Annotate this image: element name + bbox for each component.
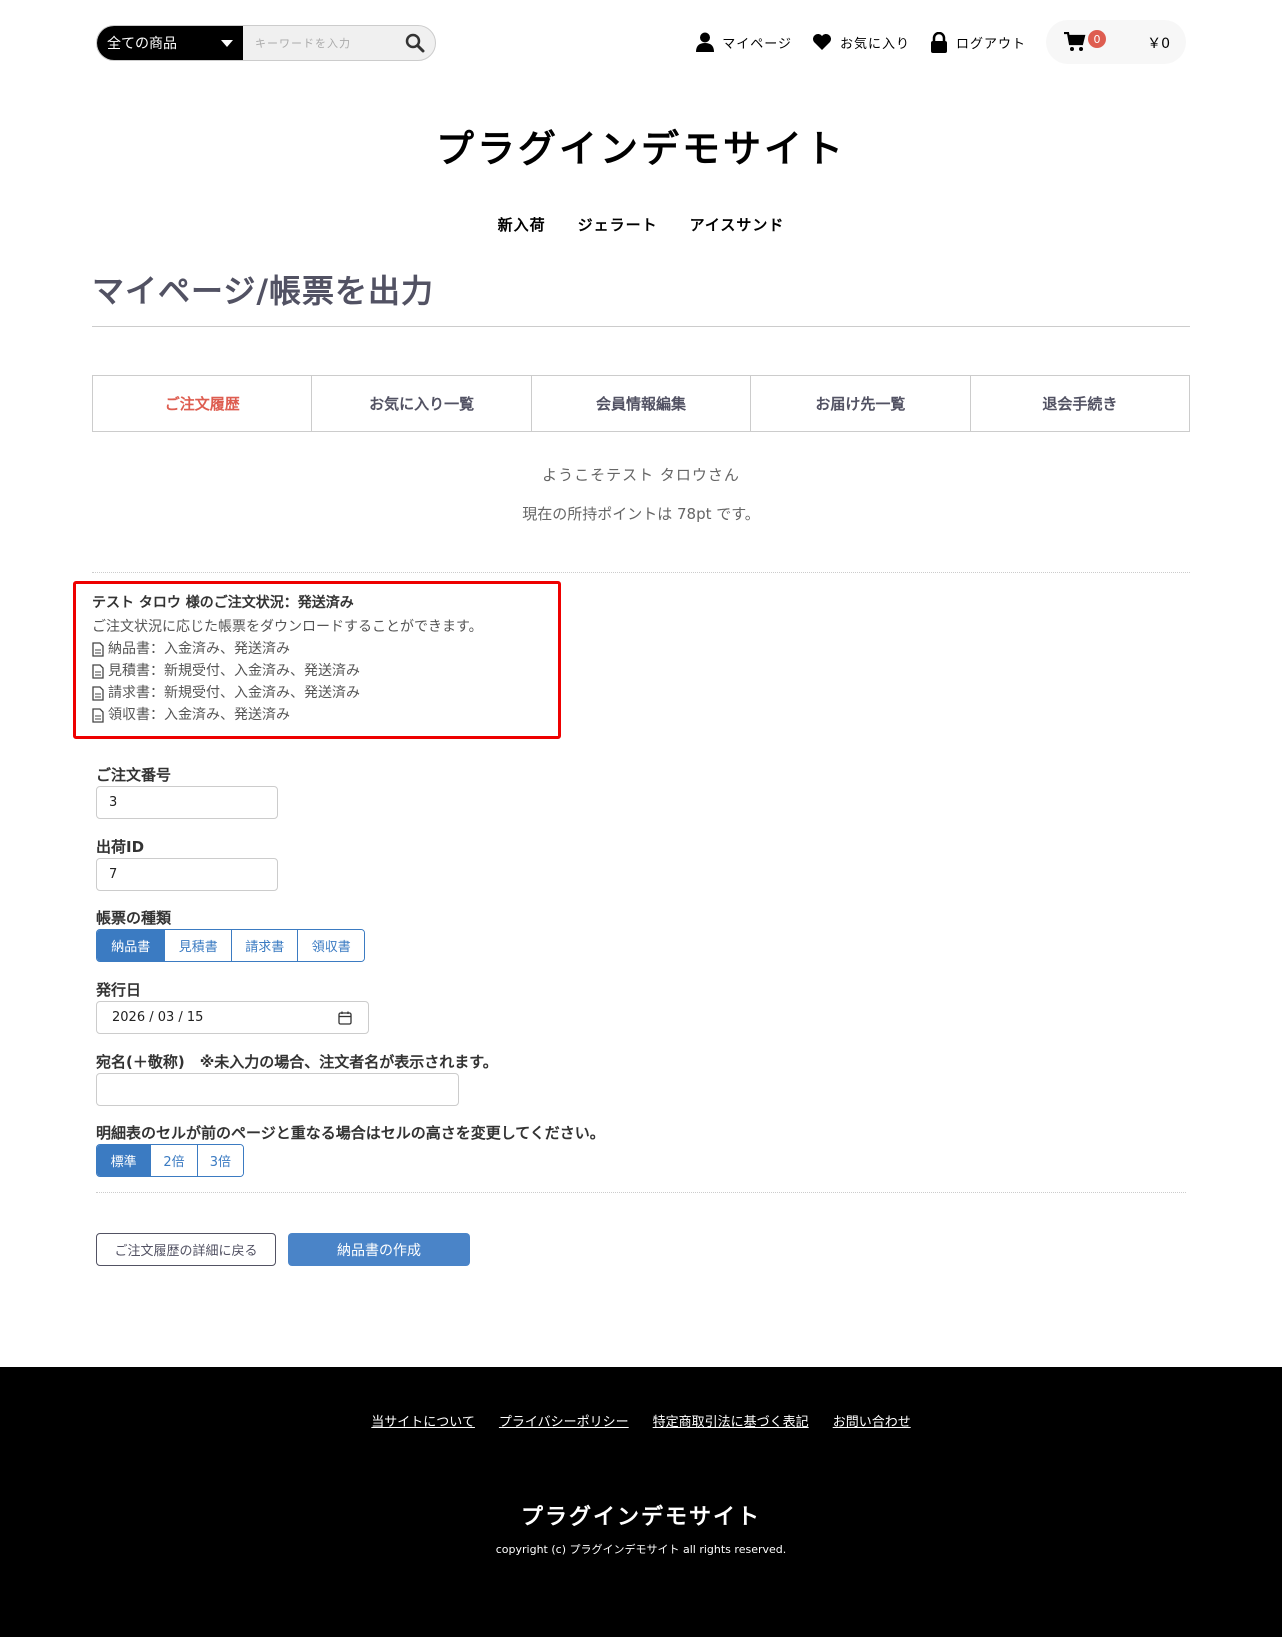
order-number-field[interactable]: 3 [96, 786, 278, 819]
category-nav-item[interactable]: 新入荷 [498, 214, 546, 235]
info-description: ご注文状況に応じた帳票をダウンロードすることができます。 [92, 616, 558, 638]
cell-height-standard-button[interactable]: 標準 [97, 1145, 151, 1176]
document-icon [92, 685, 104, 701]
lock-icon [930, 31, 947, 53]
category-select-label: 全ての商品 [107, 36, 177, 52]
mypage-tabs: ご注文履歴 お気に入り一覧 会員情報編集 お届け先一覧 退会手続き [92, 375, 1190, 432]
favorites-link[interactable]: お気に入り [812, 33, 910, 52]
logout-label: ログアウト [955, 36, 1026, 52]
cart-button[interactable]: 0 ￥0 [1046, 20, 1186, 64]
document-type-label: 帳票の種類 [96, 909, 172, 927]
info-line: 請求書：新規受付、入金済み、発送済み [92, 682, 558, 704]
create-document-button[interactable]: 納品書の作成 [288, 1233, 470, 1266]
search-box: 全ての商品 キーワードを入力 [96, 25, 436, 61]
tab-delivery-addresses[interactable]: お届け先一覧 [750, 376, 969, 431]
cart-total: ￥0 [1147, 36, 1170, 52]
doc-type-delivery-button[interactable]: 納品書 [97, 930, 165, 961]
addressee-label: 宛名(＋敬称) ※未入力の場合、注文者名が表示されます。 [96, 1053, 498, 1071]
tab-favorites[interactable]: お気に入り一覧 [311, 376, 530, 431]
info-line-text: 納品書：入金済み、発送済み [108, 641, 290, 657]
footer-link-about[interactable]: 当サイトについて [371, 1411, 475, 1430]
welcome-message: ようこそテスト タロウさん [542, 466, 740, 484]
order-status-info-box: テスト タロウ 様のご注文状況：発送済み ご注文状況に応じた帳票をダウンロードす… [73, 581, 561, 739]
category-nav: 新入荷 ジェラート アイスサンド [0, 214, 1282, 235]
info-line: 領収書：入金済み、発送済み [92, 704, 558, 726]
footer-link-privacy[interactable]: プライバシーポリシー [499, 1411, 629, 1430]
category-nav-item[interactable]: ジェラート [578, 214, 658, 235]
info-line: 納品書：入金済み、発送済み [92, 638, 558, 660]
divider [92, 572, 1190, 573]
back-to-order-detail-button[interactable]: ご注文履歴の詳細に戻る [96, 1233, 276, 1266]
favorites-label: お気に入り [839, 36, 910, 52]
cell-height-group: 標準 2倍 3倍 [96, 1144, 244, 1177]
tab-order-history[interactable]: ご注文履歴 [93, 376, 311, 431]
info-line: 見積書：新規受付、入金済み、発送済み [92, 660, 558, 682]
footer-links: 当サイトについて プライバシーポリシー 特定商取引法に基づく表記 お問い合わせ [0, 1411, 1282, 1430]
issue-date-value: 2026 / 03 / 15 [112, 1010, 204, 1025]
site-title[interactable]: プラグインデモサイト [0, 118, 1282, 173]
page-title: マイページ/帳票を出力 [92, 272, 435, 310]
document-icon [92, 663, 104, 679]
shipping-id-field[interactable]: 7 [96, 858, 278, 891]
search-placeholder: キーワードを入力 [255, 37, 351, 50]
document-type-group: 納品書 見積書 請求書 領収書 [96, 929, 365, 962]
mypage-link[interactable]: マイページ [696, 32, 792, 52]
shipping-id-label: 出荷ID [96, 838, 145, 856]
points-message: 現在の所持ポイントは 78pt です。 [522, 505, 760, 523]
divider [92, 326, 1190, 327]
info-description-text: ご注文状況に応じた帳票をダウンロードすることができます。 [92, 619, 483, 635]
footer-link-tokusho[interactable]: 特定商取引法に基づく表記 [653, 1411, 809, 1430]
info-line-text: 請求書：新規受付、入金済み、発送済み [108, 685, 360, 701]
cell-height-triple-button[interactable]: 3倍 [196, 1145, 243, 1176]
tab-member-info[interactable]: 会員情報編集 [530, 376, 750, 431]
info-line-text: 領収書：入金済み、発送済み [108, 707, 290, 723]
info-line-text: 見積書：新規受付、入金済み、発送済み [108, 663, 360, 679]
divider [96, 1192, 1186, 1193]
shipping-id-value: 7 [109, 867, 118, 882]
doc-type-invoice-button[interactable]: 請求書 [230, 930, 298, 961]
search-input[interactable]: キーワードを入力 [243, 26, 395, 60]
order-number-label: ご注文番号 [96, 766, 172, 784]
cell-height-double-button[interactable]: 2倍 [150, 1145, 197, 1176]
footer: 当サイトについて プライバシーポリシー 特定商取引法に基づく表記 お問い合わせ … [0, 1367, 1282, 1637]
issue-date-field[interactable]: 2026 / 03 / 15 [96, 1001, 369, 1034]
search-button[interactable] [395, 26, 435, 60]
cell-height-label: 明細表のセルが前のページと重なる場合はセルの高さを変更してください。 [96, 1124, 605, 1142]
doc-type-estimate-button[interactable]: 見積書 [164, 930, 231, 961]
footer-link-contact[interactable]: お問い合わせ [833, 1411, 911, 1430]
copyright: copyright (c) プラグインデモサイト all rights rese… [495, 1543, 787, 1556]
user-icon [696, 32, 715, 52]
user-nav: マイページ お気に入り ログアウト 0 ￥0 [696, 20, 1186, 64]
category-nav-item[interactable]: アイスサンド [690, 214, 785, 235]
doc-type-receipt-button[interactable]: 領収書 [297, 930, 364, 961]
footer-site-title: プラグインデモサイト [520, 1505, 761, 1530]
cart-icon [1064, 32, 1086, 51]
document-icon [92, 641, 104, 657]
search-icon [405, 33, 425, 53]
addressee-field[interactable] [96, 1073, 459, 1106]
order-status-title: テスト タロウ 様のご注文状況：発送済み [92, 595, 354, 611]
logout-link[interactable]: ログアウト [930, 31, 1026, 53]
heart-icon [812, 34, 831, 50]
caret-down-icon [221, 40, 233, 47]
issue-date-label: 発行日 [96, 981, 142, 999]
tab-withdraw[interactable]: 退会手続き [969, 376, 1189, 431]
order-number-value: 3 [109, 795, 118, 810]
document-icon [92, 707, 104, 723]
category-select[interactable]: 全ての商品 [97, 26, 243, 60]
cart-count-badge: 0 [1088, 30, 1106, 48]
calendar-icon[interactable] [338, 1011, 352, 1025]
mypage-label: マイページ [722, 36, 792, 52]
